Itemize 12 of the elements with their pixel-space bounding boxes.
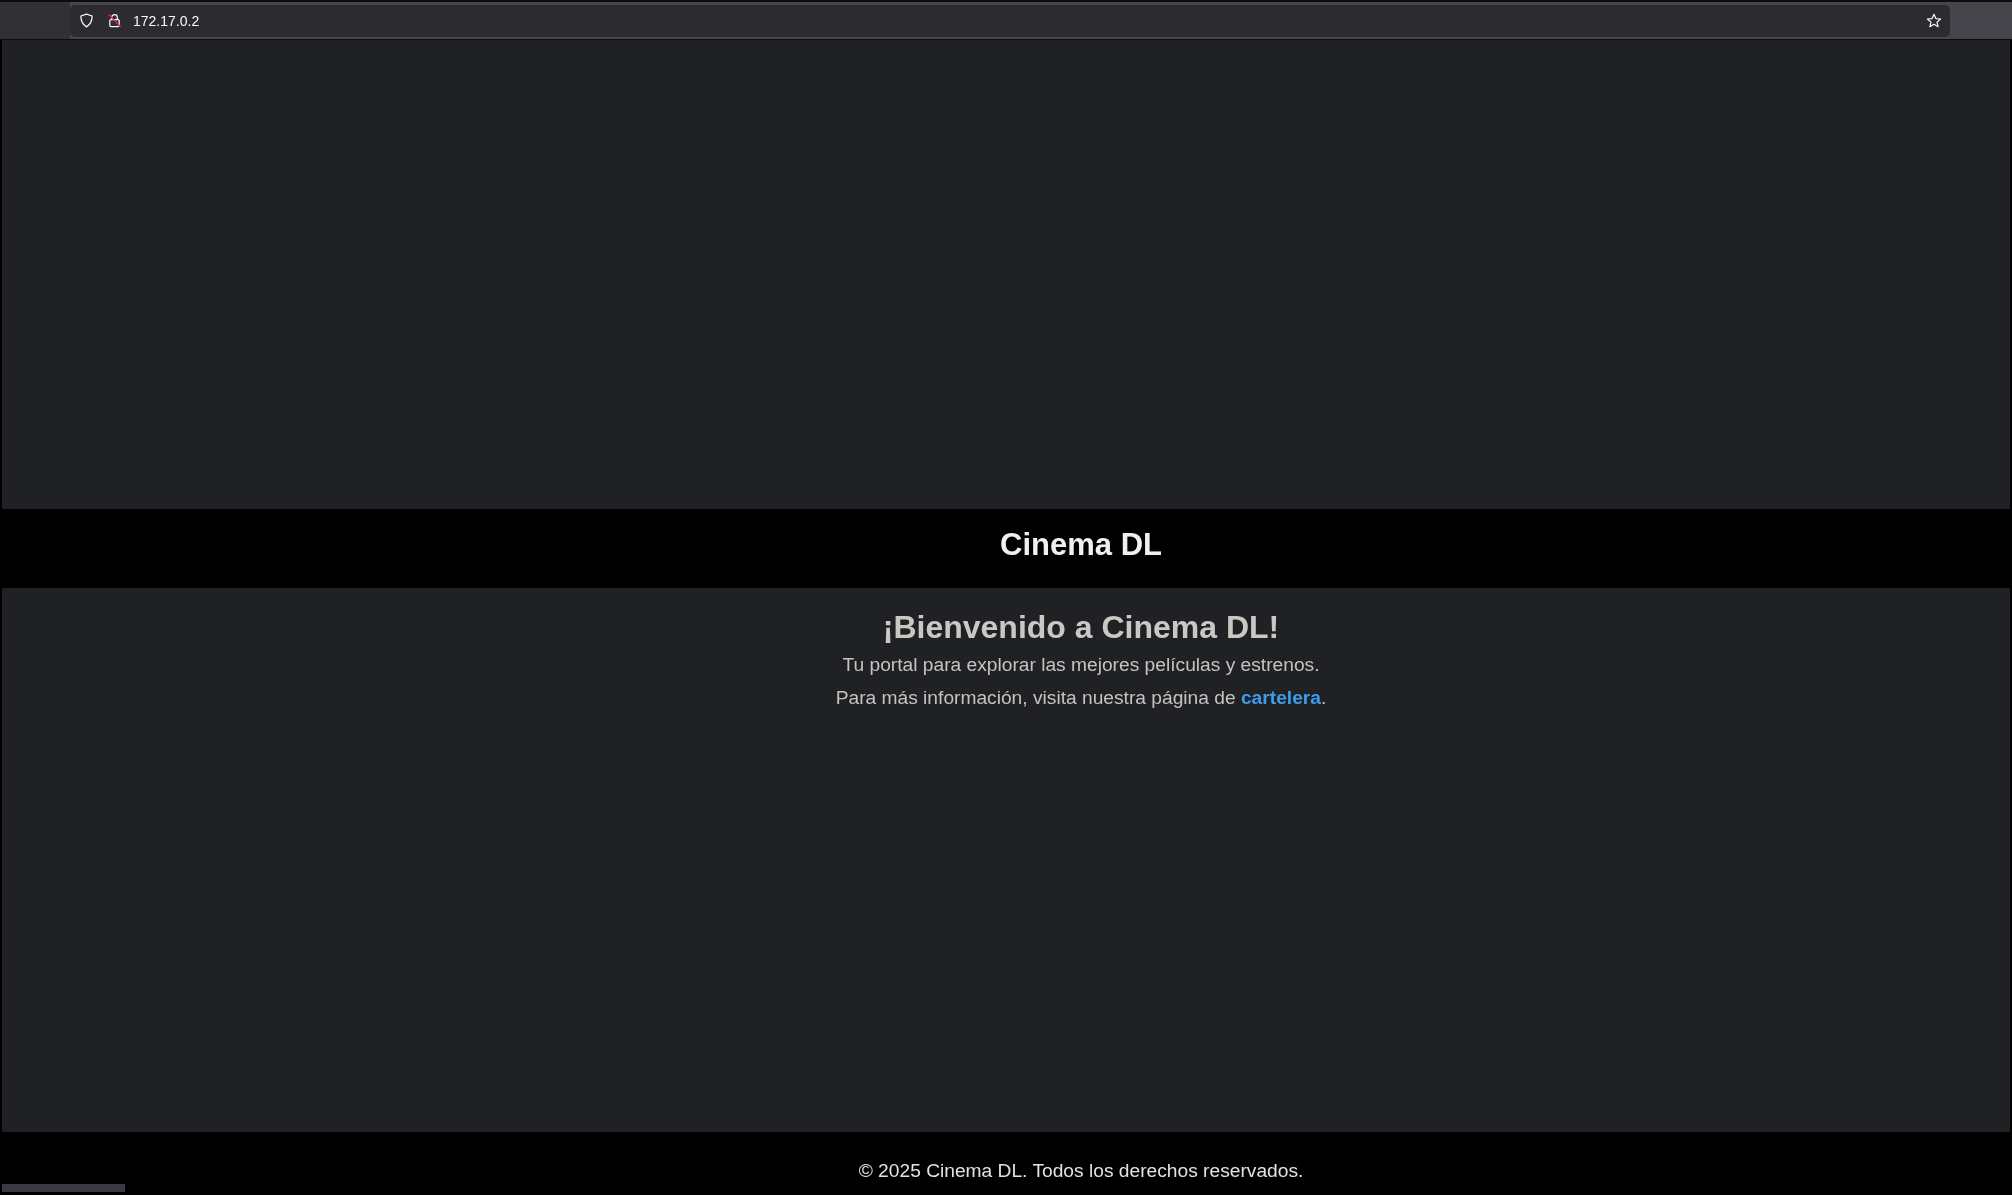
site-title: Cinema DL — [1000, 526, 1162, 563]
lock-slash-icon[interactable] — [107, 13, 122, 28]
shield-icon[interactable] — [79, 13, 94, 28]
paragraph-text: Para más información, visita nuestra página de cartelera. — [835, 686, 1327, 709]
paragraph-text: Tu portal para explorar las mejores películas y estrenos. — [842, 653, 1320, 676]
page-link[interactable]: cartelera — [1240, 687, 1321, 708]
address-bar[interactable]: 172.17.0.2 — [70, 4, 1950, 37]
url-text: 172.17.0.2 — [133, 12, 200, 29]
copyright-text: © 2025 Cinema DL. Todos los derechos reservados. — [858, 1159, 1304, 1182]
star-icon[interactable] — [1926, 12, 1942, 29]
scrollbar-thumb[interactable] — [2, 1184, 125, 1192]
welcome-heading: ¡Bienvenido a Cinema DL! — [882, 609, 1280, 646]
